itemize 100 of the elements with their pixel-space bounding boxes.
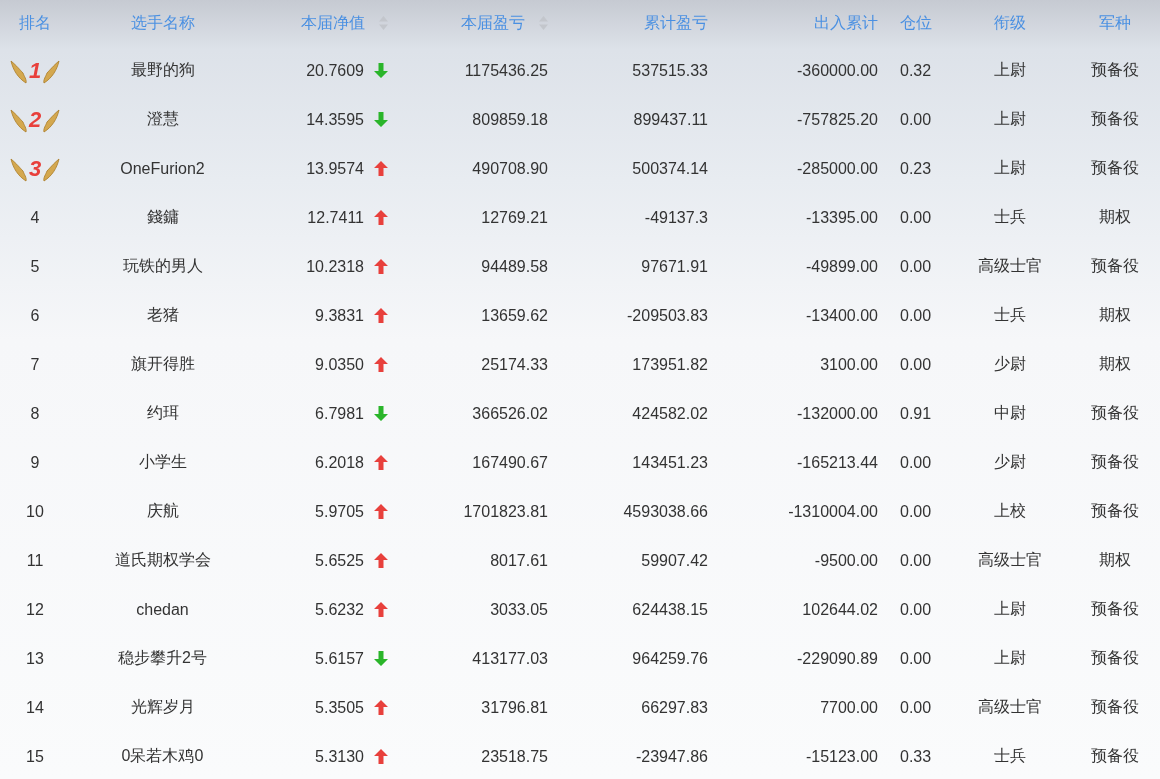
rank-cell: 14 [26, 698, 44, 717]
table-cell: 0.23 [900, 159, 932, 178]
table-cell: 94489.58 [481, 257, 548, 276]
table-cell: 0.91 [900, 404, 932, 423]
table-cell: 66297.83 [641, 698, 708, 717]
table-cell-text: 少尉 [994, 452, 1026, 472]
table-cell: -285000.00 [797, 159, 878, 178]
table-cell: 5.6232 [315, 600, 364, 619]
table-cell: 1175436.25 [464, 61, 548, 80]
rank-cell: 7 [30, 355, 40, 374]
column-header: 选手名称 [130, 12, 195, 33]
table-cell-text: 预备役 [1091, 452, 1139, 472]
table-cell: 424582.02 [632, 404, 708, 423]
table-cell: 97671.91 [641, 257, 708, 276]
player-name: 錢鏞 [146, 207, 179, 227]
table-cell: 7700.00 [820, 698, 878, 717]
table-cell: 0.00 [900, 600, 932, 619]
table-cell: 9.0350 [315, 355, 364, 374]
table-cell: 12.7411 [307, 208, 364, 227]
column-header: 仓位 [900, 12, 932, 33]
table-cell-text: 上尉 [994, 158, 1026, 178]
table-cell-text: 预备役 [1091, 60, 1139, 80]
table-cell: 1701823.81 [463, 502, 548, 521]
column-header[interactable]: 本届净值 [301, 12, 365, 34]
table-cell: -9500.00 [814, 551, 878, 570]
player-name: 老猪 [146, 305, 179, 325]
table-cell: -13395.00 [805, 208, 878, 227]
table-cell: 59907.42 [641, 551, 708, 570]
table-cell: 25174.33 [481, 355, 548, 374]
table-cell: -360000.00 [797, 61, 878, 80]
player-name: 道氏期权学会 [114, 550, 211, 570]
table-cell-text: 预备役 [1091, 158, 1139, 178]
table-cell-text: 预备役 [1091, 746, 1139, 766]
table-cell-text: 士兵 [994, 305, 1026, 325]
table-cell: 13.9574 [306, 159, 364, 178]
player-name: OneFurion2 [120, 159, 205, 178]
table-cell-text: 预备役 [1091, 403, 1139, 423]
player-name: 约珥 [146, 403, 179, 423]
player-name: chedan [136, 600, 189, 619]
column-header[interactable]: 本届盈亏 [461, 12, 525, 34]
table-cell: 0.32 [900, 61, 932, 80]
table-cell: 5.9705 [315, 502, 364, 521]
table-cell-text: 预备役 [1091, 599, 1139, 619]
rank-cell: 4 [30, 208, 40, 227]
table-cell-text: 预备役 [1091, 109, 1139, 129]
table-cell: 5.6525 [315, 551, 364, 570]
column-header: 军种 [1099, 12, 1131, 33]
table-cell: 0.00 [900, 257, 932, 276]
table-cell: 0.00 [900, 110, 932, 129]
table-cell: 0.00 [900, 306, 932, 325]
table-cell: 964259.76 [632, 649, 708, 668]
table-cell: 102644.02 [802, 600, 878, 619]
table-cell: 5.3505 [315, 698, 364, 717]
table-cell: -15123.00 [805, 747, 878, 766]
player-name: 庆航 [146, 501, 179, 521]
table-cell: 0.00 [900, 355, 932, 374]
player-name: 玩铁的男人 [122, 256, 203, 276]
table-cell: 6.2018 [315, 453, 364, 472]
table-cell: -1310004.00 [788, 502, 878, 521]
player-name: 光辉岁月 [130, 697, 195, 717]
rank-cell: 8 [30, 404, 40, 423]
table-cell: 9.3831 [315, 306, 364, 325]
player-name: 旗开得胜 [130, 354, 195, 374]
table-cell: 5.6157 [315, 649, 364, 668]
table-cell-text: 预备役 [1091, 697, 1139, 717]
table-cell: -13400.00 [805, 306, 878, 325]
rank-cell: 12 [26, 600, 44, 619]
rank-number: 3 [27, 155, 43, 182]
table-cell-text: 上尉 [994, 60, 1026, 80]
player-name: 0呆若木鸡0 [121, 746, 204, 766]
table-cell: 413177.03 [472, 649, 548, 668]
table-cell-text: 上尉 [994, 109, 1026, 129]
table-cell-text: 上尉 [994, 648, 1026, 668]
table-cell-text: 高级士官 [978, 256, 1042, 276]
rank-cell: 13 [26, 649, 44, 668]
table-cell: 13659.62 [481, 306, 548, 325]
table-cell: 173951.82 [632, 355, 708, 374]
table-cell: 20.7609 [306, 61, 364, 80]
column-header: 排名 [19, 12, 51, 33]
table-cell: 0.00 [900, 502, 932, 521]
table-cell: -165213.44 [797, 453, 878, 472]
table-cell: 3033.05 [490, 600, 548, 619]
rank-cell: 10 [26, 502, 44, 521]
table-cell: 809859.18 [472, 110, 548, 129]
table-cell: -49137.3 [644, 208, 708, 227]
table-cell-text: 上校 [994, 501, 1026, 521]
table-cell-text: 期权 [1099, 354, 1131, 374]
table-cell: 14.3595 [306, 110, 364, 129]
rank-cell: 11 [26, 551, 44, 570]
table-cell-text: 期权 [1099, 305, 1131, 325]
table-cell: -209503.83 [627, 306, 708, 325]
table-cell-text: 高级士官 [978, 697, 1042, 717]
table-cell: 5.3130 [315, 747, 364, 766]
table-cell: 0.00 [900, 698, 932, 717]
table-cell: -757825.20 [797, 110, 878, 129]
column-header: 衔级 [994, 12, 1026, 33]
table-cell: 624438.15 [632, 600, 708, 619]
table-cell-text: 预备役 [1091, 501, 1139, 521]
table-cell: -49899.00 [805, 257, 878, 276]
rank-cell: 6 [30, 306, 40, 325]
